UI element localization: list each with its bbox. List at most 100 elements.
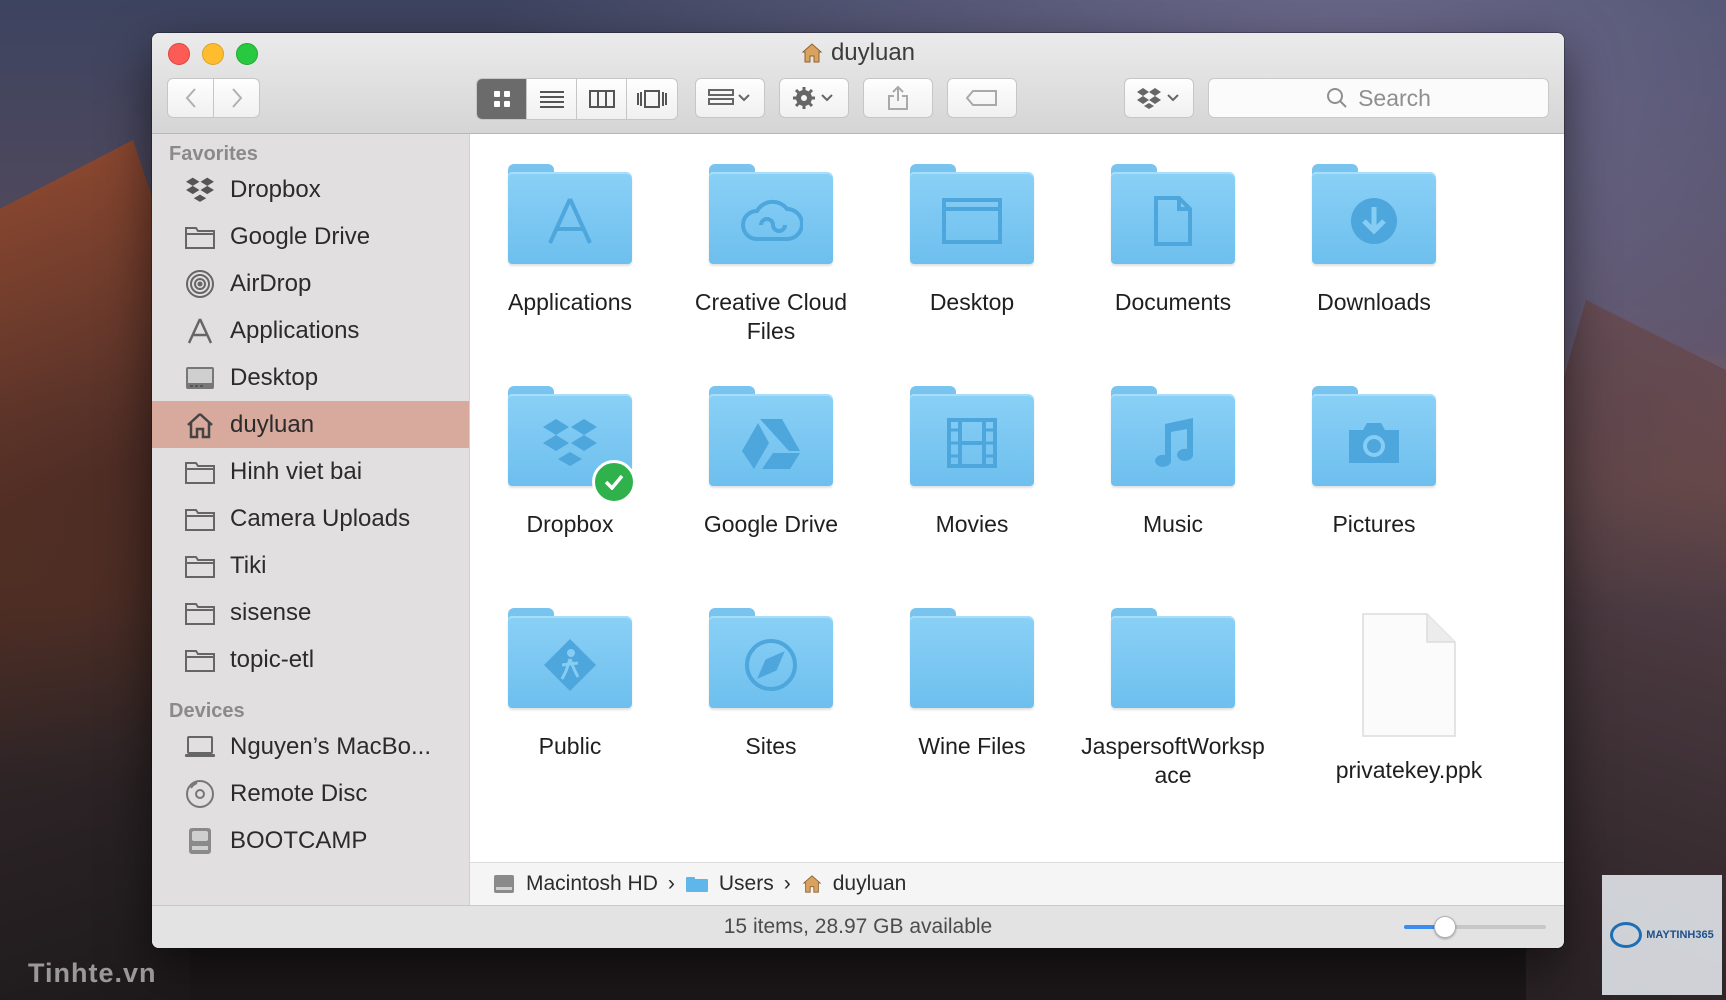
devices-list: Nguyen’s MacBo... Remote Disc BOOTCAMP bbox=[152, 723, 469, 864]
dropbox-toolbar-button[interactable] bbox=[1124, 78, 1194, 118]
folder-icon bbox=[184, 456, 216, 488]
sidebar-item-airdrop[interactable]: AirDrop bbox=[152, 260, 469, 307]
sidebar-item-nguyen-s-macbo[interactable]: Nguyen’s MacBo... bbox=[152, 723, 469, 770]
sidebar-item-bootcamp[interactable]: BOOTCAMP bbox=[152, 817, 469, 864]
sidebar-item-duyluan[interactable]: duyluan bbox=[152, 401, 469, 448]
sidebar-item-desktop[interactable]: Desktop bbox=[152, 354, 469, 401]
share-icon bbox=[888, 85, 908, 110]
sidebar-item-label: Applications bbox=[230, 316, 360, 344]
google-drive-folder-icon bbox=[709, 386, 833, 490]
file-browser: Applications Creative Cloud Files Desktop D… bbox=[470, 134, 1564, 862]
sidebar-item-google-drive[interactable]: Google Drive bbox=[152, 213, 469, 260]
cover-flow-icon bbox=[637, 90, 667, 108]
sidebar-item-dropbox[interactable]: Dropbox bbox=[152, 166, 469, 213]
file-label: JaspersoftWorksp ace bbox=[1081, 733, 1265, 788]
file-item-movies[interactable]: Movies bbox=[872, 386, 1072, 539]
path-segment-users[interactable]: Users bbox=[719, 872, 774, 896]
finder-window: duyluan Search Favorites Dropbox Google … bbox=[152, 33, 1564, 948]
path-separator: › bbox=[667, 872, 675, 895]
dropbox-icon bbox=[184, 174, 216, 206]
cover-flow-button[interactable] bbox=[627, 79, 677, 119]
file-item-privatekey-ppk[interactable]: privatekey.ppk bbox=[1274, 608, 1482, 785]
sidebar-item-topic-etl[interactable]: topic-etl bbox=[152, 636, 469, 683]
sidebar-item-hinh-viet-bai[interactable]: Hinh viet bai bbox=[152, 448, 469, 495]
file-item-applications[interactable]: Applications bbox=[470, 164, 670, 317]
slider-knob[interactable] bbox=[1433, 916, 1456, 938]
status-text: 15 items, 28.97 GB available bbox=[723, 915, 993, 938]
back-button[interactable] bbox=[167, 78, 214, 118]
applications-icon bbox=[184, 315, 216, 347]
file-label: Sites bbox=[745, 733, 797, 759]
folder-icon bbox=[184, 597, 216, 629]
home-icon bbox=[802, 875, 822, 893]
file-item-jaspersoftworksp-ace[interactable]: JaspersoftWorksp ace bbox=[1073, 608, 1273, 790]
applications-folder-icon bbox=[508, 164, 632, 268]
music-folder-icon bbox=[1111, 386, 1235, 490]
path-separator: › bbox=[783, 872, 791, 895]
toolbar: duyluan Search bbox=[152, 33, 1564, 134]
airdrop-icon bbox=[184, 268, 216, 300]
file-item-downloads[interactable]: Downloads bbox=[1274, 164, 1474, 317]
column-view-button[interactable] bbox=[577, 79, 627, 119]
favorites-header: Favorites bbox=[169, 143, 258, 165]
action-button[interactable] bbox=[779, 78, 849, 118]
creative-cloud-folder-icon bbox=[709, 164, 833, 268]
file-label: Dropbox bbox=[526, 511, 614, 537]
file-item-desktop[interactable]: Desktop bbox=[872, 164, 1072, 317]
file-label: Public bbox=[538, 733, 602, 759]
chevron-right-icon bbox=[231, 88, 242, 108]
tinhte-watermark: Tinhte.vn bbox=[28, 958, 157, 988]
sidebar-item-label: Remote Disc bbox=[230, 779, 368, 807]
file-label: Documents bbox=[1114, 289, 1232, 315]
path-segment-duyluan[interactable]: duyluan bbox=[833, 872, 907, 896]
tag-icon bbox=[965, 90, 997, 106]
file-item-creative-cloud-files[interactable]: Creative Cloud Files bbox=[671, 164, 871, 346]
file-item-documents[interactable]: Documents bbox=[1073, 164, 1273, 317]
public-folder-icon bbox=[508, 608, 632, 712]
icon-size-slider[interactable] bbox=[1404, 916, 1546, 938]
sidebar-item-label: Google Drive bbox=[230, 222, 371, 250]
file-item-sites[interactable]: Sites bbox=[671, 608, 871, 761]
search-field[interactable]: Search bbox=[1208, 78, 1549, 118]
list-view-button[interactable] bbox=[527, 79, 577, 119]
maytinh365-watermark: MAYTINH365 bbox=[1602, 875, 1722, 995]
file-label: Google Drive bbox=[703, 511, 839, 537]
file-item-pictures[interactable]: Pictures bbox=[1274, 386, 1474, 539]
forward-button[interactable] bbox=[213, 78, 260, 118]
folder-icon bbox=[184, 221, 216, 253]
favorites-list: Dropbox Google Drive AirDrop Applications De… bbox=[152, 166, 469, 683]
file-item-public[interactable]: Public bbox=[470, 608, 670, 761]
sidebar-item-label: Hinh viet bai bbox=[230, 457, 363, 485]
sidebar-item-sisense[interactable]: sisense bbox=[152, 589, 469, 636]
users-folder-icon bbox=[685, 877, 708, 892]
home-icon bbox=[801, 43, 823, 63]
icon-view-button[interactable] bbox=[477, 79, 527, 119]
maytinh365-logo-icon bbox=[1610, 922, 1643, 948]
sidebar-item-label: AirDrop bbox=[230, 269, 312, 297]
sidebar-item-label: duyluan bbox=[230, 410, 315, 438]
documents-folder-icon bbox=[1111, 164, 1235, 268]
drive-icon bbox=[184, 825, 216, 857]
dropbox-folder-icon bbox=[508, 386, 636, 504]
tags-button[interactable] bbox=[947, 78, 1017, 118]
maytinh365-text: MAYTINH365 bbox=[1646, 929, 1714, 941]
hard-drive-icon bbox=[494, 875, 514, 893]
sidebar-item-applications[interactable]: Applications bbox=[152, 307, 469, 354]
file-item-music[interactable]: Music bbox=[1073, 386, 1273, 539]
folder-icon bbox=[184, 550, 216, 582]
share-button[interactable] bbox=[863, 78, 933, 118]
arrange-button[interactable] bbox=[695, 78, 765, 118]
file-label: Music bbox=[1142, 511, 1204, 537]
sidebar-item-camera-uploads[interactable]: Camera Uploads bbox=[152, 495, 469, 542]
disc-icon bbox=[184, 778, 216, 810]
file-label: Desktop bbox=[929, 289, 1015, 315]
file-item-wine-files[interactable]: Wine Files bbox=[872, 608, 1072, 761]
file-item-google-drive[interactable]: Google Drive bbox=[671, 386, 871, 539]
sidebar-item-tiki[interactable]: Tiki bbox=[152, 542, 469, 589]
path-segment-macintosh-hd[interactable]: Macintosh HD bbox=[526, 872, 658, 896]
file-item-dropbox[interactable]: Dropbox bbox=[470, 386, 670, 539]
file-label: Downloads bbox=[1317, 289, 1431, 315]
sync-check-icon bbox=[592, 460, 636, 504]
icon-grid: Applications Creative Cloud Files Desktop D… bbox=[470, 134, 1564, 862]
sidebar-item-remote-disc[interactable]: Remote Disc bbox=[152, 770, 469, 817]
